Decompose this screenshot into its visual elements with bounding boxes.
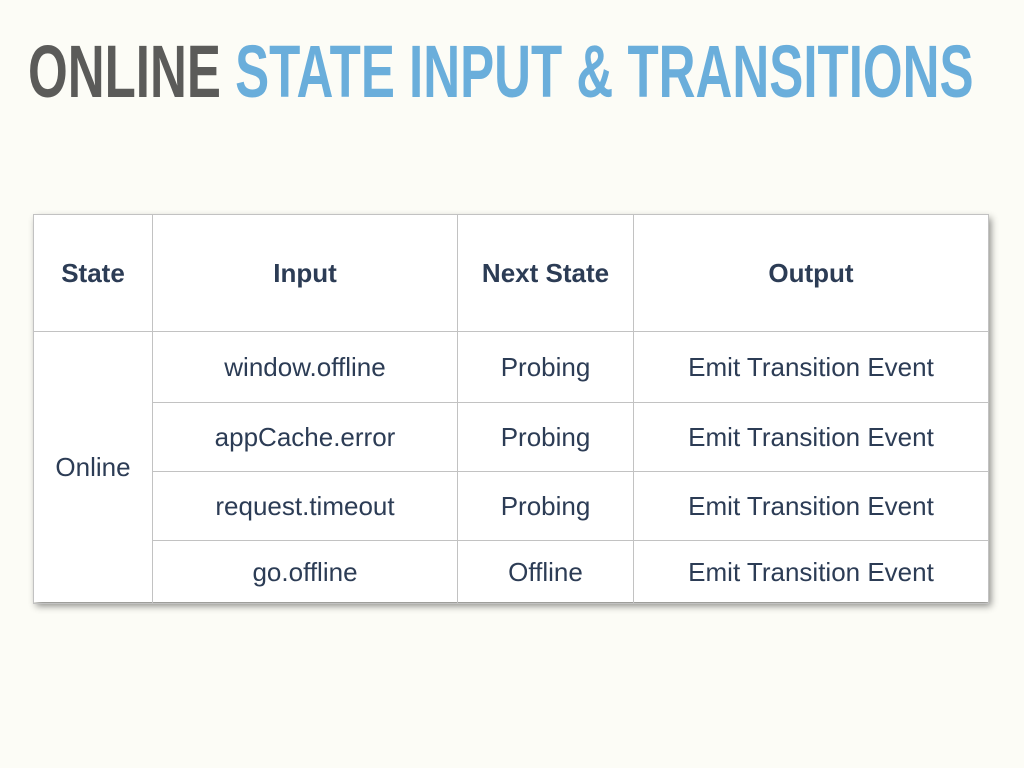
header-input: Input	[152, 214, 458, 332]
next-state-cell: Probing	[457, 402, 634, 472]
input-cell: go.offline	[152, 540, 458, 604]
header-next-state: Next State	[457, 214, 634, 332]
header-state: State	[33, 214, 153, 332]
state-cell: Online	[33, 331, 153, 604]
table-header-row: State Input Next State Output	[33, 214, 989, 332]
output-cell: Emit Transition Event	[633, 402, 989, 472]
slide-title-part2: STATE INPUT & TRANSITIONS	[235, 30, 974, 113]
input-cell: appCache.error	[152, 402, 458, 472]
transition-table: State Input Next State Output Online win…	[33, 214, 989, 604]
table-row: go.offline Offline Emit Transition Event	[34, 540, 989, 604]
table-row: appCache.error Probing Emit Transition E…	[34, 402, 989, 472]
input-cell: window.offline	[152, 331, 458, 403]
output-cell: Emit Transition Event	[633, 471, 989, 541]
slide-title-part1: ONLINE	[28, 30, 221, 113]
input-cell: request.timeout	[152, 471, 458, 541]
header-output: Output	[633, 214, 989, 332]
transition-table-container: State Input Next State Output Online win…	[33, 214, 989, 604]
table-row: request.timeout Probing Emit Transition …	[34, 471, 989, 541]
next-state-cell: Probing	[457, 471, 634, 541]
output-cell: Emit Transition Event	[633, 540, 989, 604]
output-cell: Emit Transition Event	[633, 331, 989, 403]
table-row: Online window.offline Probing Emit Trans…	[33, 331, 989, 604]
next-state-cell: Offline	[457, 540, 634, 604]
slide-title: ONLINE STATE INPUT & TRANSITIONS	[28, 30, 974, 114]
next-state-cell: Probing	[457, 331, 634, 403]
